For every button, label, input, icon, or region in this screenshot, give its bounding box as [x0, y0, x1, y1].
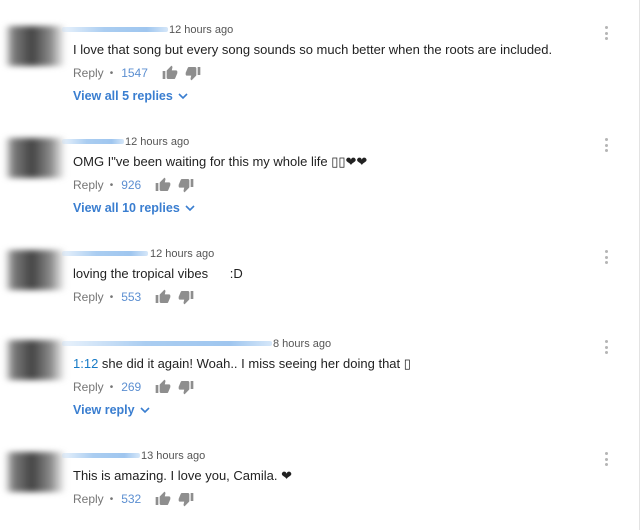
comment-thread: 12 hours ago loving the tropical vibes :… — [0, 224, 630, 314]
separator-dot: • — [109, 493, 114, 505]
like-count: 926 — [121, 178, 142, 192]
comment-timestamp[interactable]: 13 hours ago — [141, 449, 205, 463]
comment-text: I love that song but every song sounds s… — [73, 42, 553, 57]
comment-text: This is amazing. I love you, Camila. ❤ — [73, 467, 292, 484]
comment-text-body: she did it again! Woah.. I miss seeing h… — [98, 356, 411, 371]
comment-text-body: This is amazing. I love you, Camila. ❤ — [73, 468, 292, 483]
more-vert-icon[interactable] — [603, 452, 609, 466]
separator-dot: • — [109, 179, 114, 191]
more-vert-icon[interactable] — [603, 250, 609, 264]
thumbs-down-icon[interactable] — [178, 289, 194, 305]
author-name-redacted[interactable] — [62, 251, 148, 256]
comment-text: 1:12 she did it again! Woah.. I miss see… — [73, 355, 411, 372]
chevron-down-icon — [185, 204, 195, 211]
thumbs-up-icon[interactable] — [155, 289, 171, 305]
comment-actions: Reply • 926 — [73, 176, 201, 194]
thumbs-up-icon[interactable] — [155, 379, 171, 395]
avatar[interactable] — [4, 340, 66, 380]
view-replies-label: View all 10 replies — [73, 201, 180, 215]
author-name-redacted[interactable] — [62, 27, 168, 32]
comment-timestamp[interactable]: 12 hours ago — [125, 135, 189, 149]
view-replies-label: View all 5 replies — [73, 89, 173, 103]
reply-button[interactable]: Reply — [73, 178, 104, 192]
thumbs-down-icon[interactable] — [178, 379, 194, 395]
comment-timestamp[interactable]: 12 hours ago — [150, 247, 214, 261]
panel-right-border — [639, 0, 640, 530]
comment-thread: 8 hours ago 1:12 she did it again! Woah.… — [0, 314, 630, 426]
comment-thread: 12 hours ago I love that song but every … — [0, 0, 630, 112]
avatar[interactable] — [4, 26, 66, 66]
comment-actions: Reply • 1547 — [73, 64, 208, 82]
comment-timestamp[interactable]: 12 hours ago — [169, 23, 233, 37]
author-name-redacted[interactable] — [62, 139, 124, 144]
avatar[interactable] — [4, 250, 66, 290]
reply-button[interactable]: Reply — [73, 66, 104, 80]
comment-timestamp[interactable]: 8 hours ago — [273, 337, 331, 351]
more-vert-icon[interactable] — [603, 26, 609, 40]
avatar[interactable] — [4, 138, 66, 178]
thumbs-up-icon[interactable] — [162, 65, 178, 81]
comment-text: OMG I"ve been waiting for this my whole … — [73, 154, 368, 169]
thumbs-up-icon[interactable] — [155, 177, 171, 193]
comment-text: loving the tropical vibes :D — [73, 266, 243, 281]
thumbs-up-icon[interactable] — [155, 491, 171, 507]
like-count: 269 — [121, 380, 142, 394]
reply-button[interactable]: Reply — [73, 290, 104, 304]
thumbs-down-icon[interactable] — [178, 491, 194, 507]
comment-actions: Reply • 269 — [73, 378, 201, 396]
like-count: 553 — [121, 290, 142, 304]
more-vert-icon[interactable] — [603, 340, 609, 354]
thumbs-down-icon[interactable] — [185, 65, 201, 81]
avatar[interactable] — [4, 452, 66, 492]
comment-actions: Reply • 553 — [73, 288, 201, 306]
chevron-down-icon — [178, 92, 188, 99]
video-timestamp-link[interactable]: 1:12 — [73, 356, 98, 371]
thumbs-down-icon[interactable] — [178, 177, 194, 193]
comment-actions: Reply • 532 — [73, 490, 201, 508]
author-name-redacted[interactable] — [62, 453, 140, 458]
view-replies-label: View reply — [73, 403, 135, 417]
like-count: 532 — [121, 492, 142, 506]
separator-dot: • — [109, 67, 114, 79]
reply-button[interactable]: Reply — [73, 380, 104, 394]
separator-dot: • — [109, 381, 114, 393]
like-count: 1547 — [121, 66, 148, 80]
view-replies-button[interactable]: View reply — [73, 402, 150, 418]
view-replies-button[interactable]: View all 10 replies — [73, 200, 195, 216]
comment-thread: 12 hours ago OMG I"ve been waiting for t… — [0, 112, 630, 224]
more-vert-icon[interactable] — [603, 138, 609, 152]
separator-dot: • — [109, 291, 114, 303]
view-replies-button[interactable]: View all 5 replies — [73, 88, 188, 104]
comment-thread: 13 hours ago This is amazing. I love you… — [0, 426, 630, 530]
chevron-down-icon — [140, 406, 150, 413]
reply-button[interactable]: Reply — [73, 492, 104, 506]
author-name-redacted[interactable] — [62, 341, 272, 346]
